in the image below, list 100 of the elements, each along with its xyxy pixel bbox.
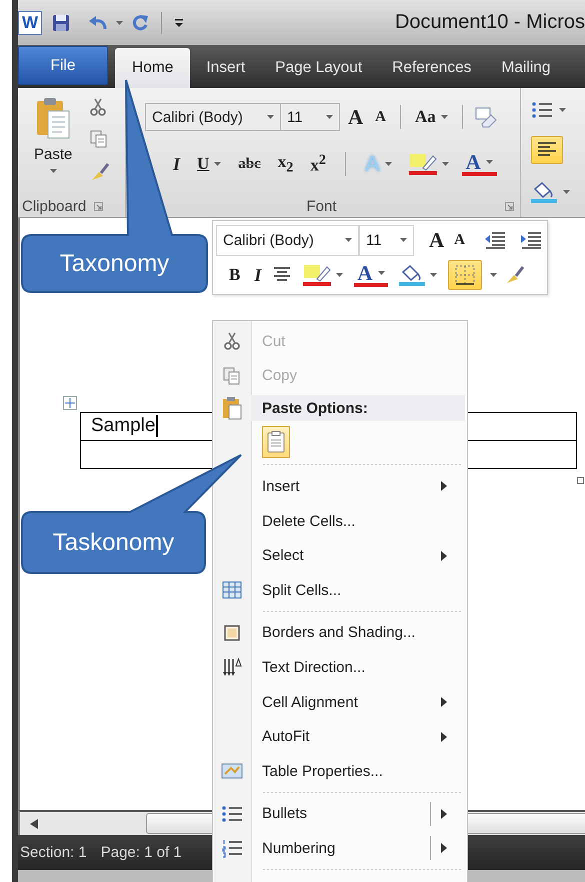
caret-icon xyxy=(50,169,57,173)
change-case-button[interactable]: Aa xyxy=(411,103,452,131)
text-direction-icon xyxy=(222,657,242,678)
copy-icon xyxy=(223,366,241,385)
status-text: Page: 1 of 1 xyxy=(100,844,182,861)
caret-icon xyxy=(384,162,392,166)
paste-button[interactable]: Paste xyxy=(30,94,76,195)
shrink-font-button[interactable]: A xyxy=(451,226,468,254)
caret-icon xyxy=(442,162,449,166)
submenu-arrow-icon xyxy=(441,550,447,561)
save-icon[interactable] xyxy=(52,14,70,32)
ribbon-tab[interactable]: Insert xyxy=(192,47,260,88)
menu-item[interactable]: Split Cells... xyxy=(213,572,467,608)
highlighter-icon xyxy=(303,263,332,287)
table-picture-icon xyxy=(221,762,243,780)
caret-icon xyxy=(345,238,352,242)
font-size-field[interactable]: 11 xyxy=(359,224,414,256)
menu-item[interactable]: Select xyxy=(213,538,467,573)
font-color-button[interactable]: A xyxy=(462,152,497,176)
align-left-button[interactable] xyxy=(531,136,563,164)
caret-icon xyxy=(440,115,448,119)
menu-item[interactable]: Numbering xyxy=(213,831,467,866)
paste-option-button[interactable] xyxy=(262,426,290,458)
eraser-icon[interactable] xyxy=(472,106,497,128)
clipboard-icon xyxy=(221,396,243,420)
shrink-font-button[interactable]: A xyxy=(371,103,390,131)
group-label: Clipboard xyxy=(22,198,86,214)
callout-label: Taxonomy xyxy=(60,250,170,278)
grow-font-button[interactable]: A xyxy=(426,226,448,254)
group-label: Font xyxy=(305,198,336,214)
center-align-icon[interactable] xyxy=(272,266,292,284)
scroll-left-icon[interactable] xyxy=(30,818,38,828)
font-size-field[interactable]: 11 xyxy=(280,103,340,131)
clipboard-icon xyxy=(35,96,72,140)
paint-bucket-icon xyxy=(398,263,425,287)
menu-header: Paste Options: xyxy=(251,395,465,422)
borders-icon xyxy=(452,263,477,287)
subscript-button[interactable]: x$_{2}$ xyxy=(274,150,298,178)
move-handle-icon[interactable] xyxy=(63,396,77,410)
caret-icon xyxy=(486,160,493,164)
brush-icon[interactable] xyxy=(90,162,110,182)
copy-icon[interactable] xyxy=(90,130,108,148)
bullets-icon xyxy=(221,804,243,824)
submenu-arrow-icon xyxy=(441,732,447,742)
superscript-button[interactable]: x$^{2}$ xyxy=(306,150,330,178)
caret-icon xyxy=(400,238,407,242)
italic-button[interactable]: I xyxy=(251,261,264,289)
underline-button[interactable]: U xyxy=(193,150,226,178)
align-left-icon xyxy=(536,141,558,159)
caret-icon xyxy=(430,273,437,277)
paint-bucket-icon xyxy=(531,180,557,204)
caret-icon xyxy=(336,273,344,277)
submenu-arrow-icon xyxy=(441,808,447,819)
text-cursor xyxy=(156,415,158,438)
status-text: Section: 1 xyxy=(20,844,87,861)
menu-item[interactable]: AutoFit xyxy=(213,719,467,754)
caret-icon xyxy=(267,115,274,119)
scissors-icon xyxy=(224,332,240,350)
menu-item[interactable]: Cell Alignment xyxy=(213,684,467,720)
ribbon-tab[interactable]: References xyxy=(378,47,486,88)
menu-item[interactable]: Table Properties... xyxy=(213,754,467,789)
launcher-icon[interactable] xyxy=(94,202,104,210)
font-name-field[interactable]: Calibri (Body) xyxy=(145,103,281,131)
caret-icon xyxy=(559,108,566,112)
callout-label: Taskonomy xyxy=(52,528,174,556)
menu-item[interactable]: Bullets xyxy=(213,796,467,832)
numbering-icon xyxy=(221,838,243,858)
clipboard-icon xyxy=(267,431,285,454)
undo-icon[interactable] xyxy=(88,14,108,30)
menu-item[interactable]: Text Direction... xyxy=(213,650,467,685)
ribbon-tab[interactable]: Page Layout xyxy=(261,47,376,88)
bullets-icon[interactable] xyxy=(531,100,553,120)
brush-icon[interactable] xyxy=(504,265,525,285)
ribbon-tab[interactable]: Home xyxy=(115,48,190,88)
menu-item[interactable]: Insert xyxy=(213,469,467,504)
customize-icon[interactable] xyxy=(174,16,184,28)
italic-button[interactable]: I xyxy=(169,150,184,178)
redo-icon[interactable] xyxy=(131,14,149,32)
decrease-indent-icon[interactable] xyxy=(484,230,506,250)
file-tab[interactable]: File xyxy=(18,46,108,85)
square-border-icon xyxy=(223,624,241,642)
resize-handle-icon[interactable] xyxy=(577,477,584,484)
menu-item[interactable]: Delete Cells... xyxy=(213,504,467,538)
scissors-icon[interactable] xyxy=(90,98,106,116)
menu-item[interactable]: Borders and Shading... xyxy=(213,616,467,650)
submenu-arrow-icon xyxy=(441,843,447,854)
font-name-field[interactable]: Calibri (Body) xyxy=(216,224,359,256)
grow-font-button[interactable]: A xyxy=(344,103,368,131)
caret-icon xyxy=(490,273,497,277)
font-color-button[interactable]: A xyxy=(354,263,388,287)
highlighter-icon xyxy=(408,152,437,176)
bold-button[interactable]: B xyxy=(226,261,244,289)
caret-icon xyxy=(116,20,123,24)
caret-icon xyxy=(326,115,333,119)
app-logo[interactable]: W xyxy=(18,10,42,34)
ribbon-tab[interactable]: Mailing xyxy=(487,47,565,88)
launcher-icon[interactable] xyxy=(504,202,514,210)
window-title: Document10 - Micros xyxy=(394,11,585,34)
increase-indent-icon[interactable] xyxy=(520,230,542,250)
borders-button[interactable] xyxy=(448,260,482,290)
